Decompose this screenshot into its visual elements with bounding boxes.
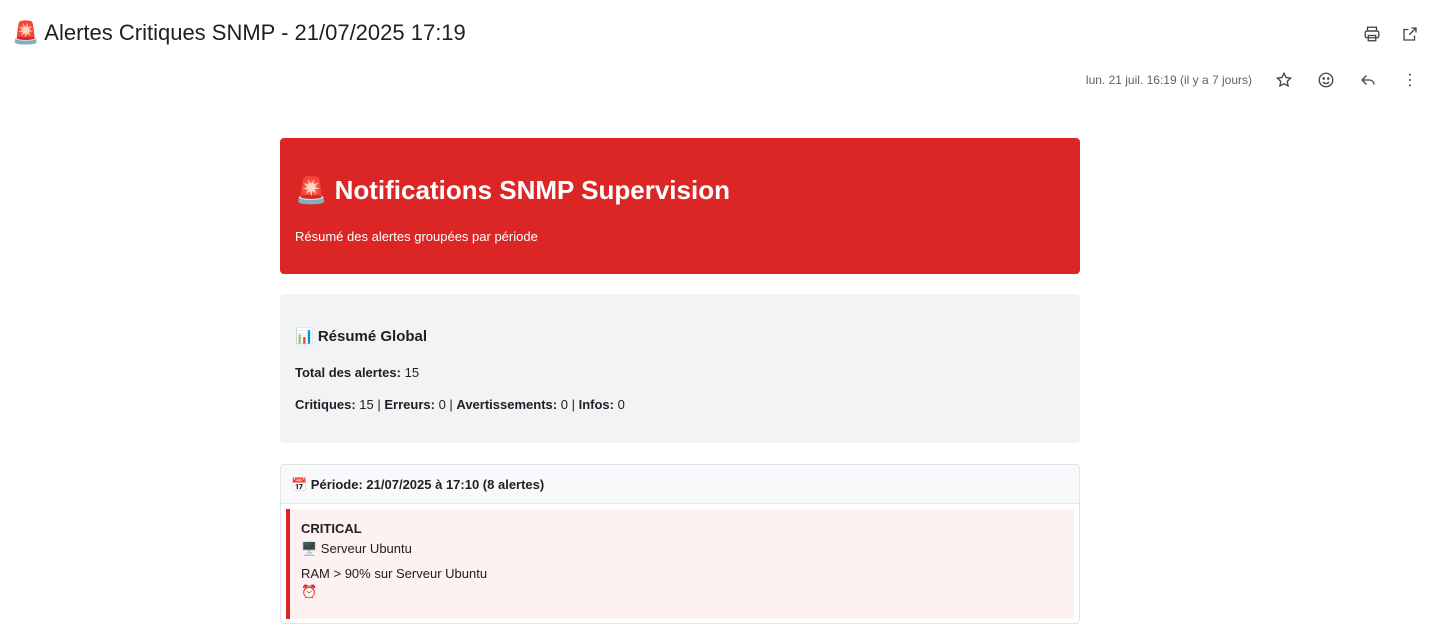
message-date: lun. 21 juil. 16:19 (il y a 7 jours) bbox=[1085, 73, 1252, 87]
email-body: 🚨 Notifications SNMP Supervision Résumé … bbox=[280, 138, 1080, 624]
period-title: 📅 Période: 21/07/2025 à 17:10 (8 alertes… bbox=[281, 465, 1079, 504]
alert-level: CRITICAL bbox=[301, 521, 362, 536]
star-icon[interactable] bbox=[1274, 70, 1294, 90]
errors-label: Erreurs: bbox=[384, 397, 435, 412]
summary-title: 📊 Résumé Global bbox=[295, 328, 428, 345]
notification-subtitle: Résumé des alertes groupées par période bbox=[295, 229, 538, 244]
more-options-icon[interactable] bbox=[1400, 70, 1420, 90]
total-label: Total des alertes: bbox=[295, 365, 401, 380]
message-meta: lun. 21 juil. 16:19 (il y a 7 jours) bbox=[1086, 70, 1420, 90]
alert-item: CRITICAL 🖥️ Serveur Ubuntu RAM > 90% sur… bbox=[286, 509, 1074, 619]
period-card: 📅 Période: 21/07/2025 à 17:10 (8 alertes… bbox=[280, 464, 1080, 624]
infos-label: Infos: bbox=[578, 397, 614, 412]
warnings-label: Avertissements: bbox=[456, 397, 558, 412]
email-subject: 🚨 Alertes Critiques SNMP - 21/07/2025 17… bbox=[12, 20, 466, 45]
reply-icon[interactable] bbox=[1358, 70, 1378, 90]
summary-total: Total des alertes: 15 bbox=[295, 365, 1065, 381]
infos-value: 0 bbox=[617, 397, 625, 412]
critical-value: 15 bbox=[359, 397, 374, 412]
print-icon[interactable] bbox=[1362, 24, 1382, 44]
notification-title: 🚨 Notifications SNMP Supervision bbox=[295, 175, 730, 205]
errors-value: 0 bbox=[438, 397, 446, 412]
warnings-value: 0 bbox=[560, 397, 568, 412]
critical-label: Critiques: bbox=[295, 397, 356, 412]
open-new-window-icon[interactable] bbox=[1400, 24, 1420, 44]
top-toolbar bbox=[1362, 24, 1420, 44]
alert-host: 🖥️ Serveur Ubuntu bbox=[301, 541, 412, 556]
total-value: 15 bbox=[404, 365, 420, 380]
alert-message: RAM > 90% sur Serveur Ubuntu bbox=[301, 566, 488, 581]
alarm-clock-icon: ⏰ bbox=[301, 584, 318, 599]
emoji-icon[interactable] bbox=[1316, 70, 1336, 90]
separator: | bbox=[567, 397, 579, 412]
summary-breakdown: Critiques: 15 | Erreurs: 0 | Avertisseme… bbox=[295, 397, 1065, 413]
separator: | bbox=[373, 397, 385, 412]
notification-header: 🚨 Notifications SNMP Supervision Résumé … bbox=[280, 138, 1080, 274]
global-summary: 📊 Résumé Global Total des alertes: 15 Cr… bbox=[280, 294, 1080, 443]
separator: | bbox=[445, 397, 457, 412]
